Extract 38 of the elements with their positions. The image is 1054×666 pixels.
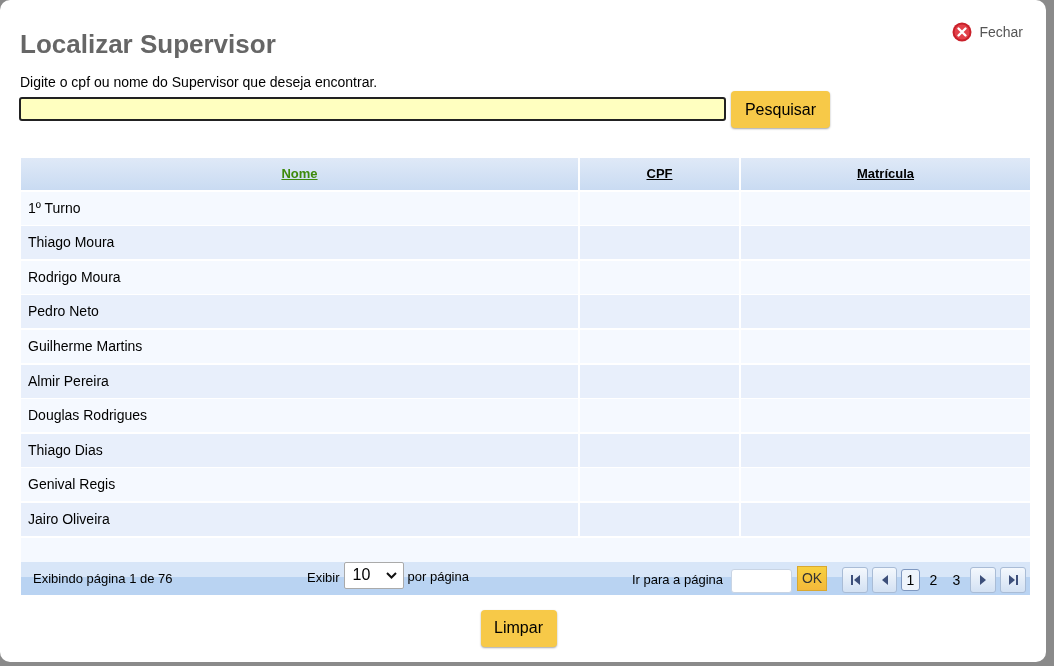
search-field[interactable] [19,97,726,121]
previous-page-button[interactable] [872,567,897,594]
goto-ok-button[interactable]: OK [797,565,827,591]
chevron-down-icon [385,571,397,579]
search-instruction: Digite o cpf ou nome do Supervisor que deseja encontrar. [20,74,378,90]
skip-last-icon [1008,575,1018,586]
next-page-button[interactable] [970,567,996,594]
dialog-title: Localizar Supervisor [20,28,276,60]
clear-button[interactable]: Limpar [480,609,557,647]
page-summary: Exibindo página 1 de 76 [33,570,173,589]
table-cell: Jairo Oliveira [21,502,578,536]
close-icon [952,22,973,42]
table-cell: 1º Turno [21,191,578,225]
table-cell: Genival Regis [21,468,578,502]
table-cell: Thiago Dias [21,433,578,467]
table-cell: Rodrigo Moura [21,260,578,294]
show-label: Exibir [307,569,340,588]
table-cell: Thiago Moura [21,226,578,260]
last-page-button[interactable] [1000,567,1026,594]
page-link[interactable]: 2 [924,569,943,592]
table-cell: Douglas Rodrigues [21,399,578,433]
goto-page-field[interactable] [731,569,792,594]
per-page-label: por página [407,567,469,586]
page-link[interactable]: 1 [901,569,920,592]
search-button[interactable]: Pesquisar [731,91,830,128]
triangle-right-icon [980,575,986,586]
page-link[interactable]: 3 [947,569,966,592]
first-page-button[interactable] [842,567,868,594]
close-button[interactable]: Fechar [952,22,1023,42]
table-cell: Pedro Neto [21,295,578,329]
table-cell: Almir Pereira [21,364,578,398]
page-size-select[interactable]: 10 [343,561,404,589]
table-cell: Guilherme Martins [21,329,578,363]
triangle-left-icon [881,575,888,586]
column-header[interactable]: Matrícula [741,158,1030,190]
skip-first-icon [850,575,860,586]
goto-page-label: Ir para a página [631,571,723,590]
column-header[interactable]: CPF [580,158,739,190]
